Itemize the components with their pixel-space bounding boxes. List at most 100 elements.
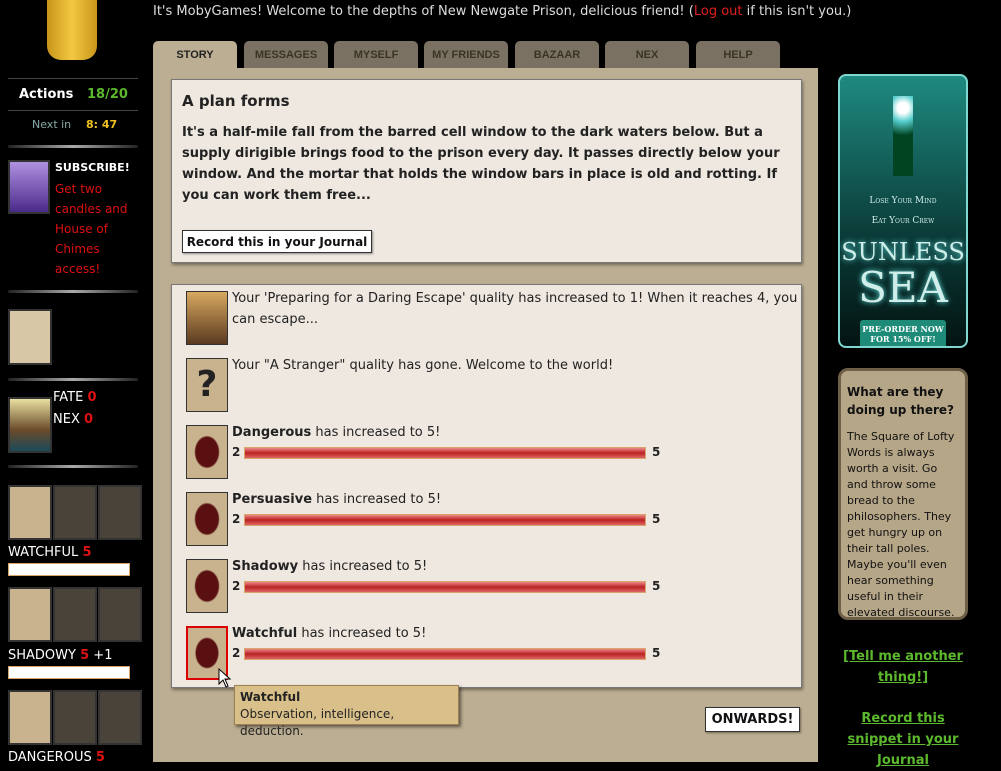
progress-bar: 25 xyxy=(232,646,672,662)
airship-icon[interactable] xyxy=(186,291,228,345)
tab-help[interactable]: HELP xyxy=(696,41,780,69)
empty-slot xyxy=(53,587,97,642)
nex-label: NEX xyxy=(53,412,80,427)
empty-slot xyxy=(53,690,97,745)
mouse-cursor-icon xyxy=(218,668,232,688)
ad-line2: Eat Your Crew xyxy=(871,216,935,226)
result-text: has increased to 5! xyxy=(312,492,442,507)
progress-from: 2 xyxy=(232,579,241,593)
fate-value: 0 xyxy=(87,390,97,405)
result-text: Your 'Preparing for a Daring Escape' qua… xyxy=(232,291,798,327)
tooltip-text: Observation, intelligence, deduction. xyxy=(240,707,395,738)
tooltip-title: Watchful xyxy=(240,690,301,704)
fox-icon[interactable] xyxy=(186,492,228,546)
tip-card: What are they doing up there? The Square… xyxy=(838,368,968,620)
progress-fill xyxy=(245,582,645,592)
one-echo-icon[interactable] xyxy=(8,309,52,365)
tooltip: Watchful Observation, intelligence, dedu… xyxy=(234,685,459,738)
progress-to: 5 xyxy=(652,579,661,593)
tab-nex[interactable]: NEX xyxy=(605,41,689,69)
result-text: Your "A Stranger" quality has gone. Welc… xyxy=(232,358,614,373)
progress-from: 2 xyxy=(232,646,241,660)
cat-icon[interactable] xyxy=(186,559,228,613)
story-title: A plan forms xyxy=(182,92,290,110)
divider xyxy=(8,110,138,111)
divider xyxy=(8,378,138,381)
onwards-button[interactable]: ONWARDS! xyxy=(705,707,800,732)
story-text: It's a half-mile fall from the barred ce… xyxy=(182,125,780,203)
question-mark-icon: ? xyxy=(186,358,228,412)
progress-bar: 25 xyxy=(232,512,672,528)
empty-slot xyxy=(98,690,142,745)
tab-messages[interactable]: MESSAGES xyxy=(244,41,328,69)
tab-myself[interactable]: MYSELF xyxy=(334,41,418,69)
result-text: has increased to 5! xyxy=(298,559,428,574)
empty-slot xyxy=(53,485,97,540)
quality-value: 5 xyxy=(82,545,92,560)
progress-from: 2 xyxy=(232,512,241,526)
watchful-slots xyxy=(8,485,142,540)
owl-icon[interactable] xyxy=(8,485,52,540)
cat-icon[interactable] xyxy=(8,587,52,642)
lighthouse-icon xyxy=(893,96,913,176)
quality-name: Shadowy xyxy=(232,559,299,574)
tip-text: The Square of Lofty Words is always wort… xyxy=(847,430,955,619)
progress-to: 5 xyxy=(652,512,661,526)
next-label: Next in xyxy=(32,118,72,131)
divider xyxy=(8,145,138,148)
progress-from: 2 xyxy=(232,445,241,459)
bear-icon[interactable] xyxy=(8,690,52,745)
result-text: has increased to 5! xyxy=(311,425,441,440)
progress-fill xyxy=(245,649,645,659)
divider xyxy=(8,78,138,79)
progress-to: 5 xyxy=(652,646,661,660)
next-timer: 8: 47 xyxy=(86,118,118,131)
quality-name: Dangerous xyxy=(232,425,312,440)
quality-value: 5 xyxy=(95,750,105,765)
quality-name: DANGEROUS xyxy=(8,750,92,765)
tab-my-friends[interactable]: MY FRIENDS xyxy=(424,41,508,69)
candle-icon xyxy=(47,0,97,60)
result-text: has increased to 5! xyxy=(297,626,427,641)
story-box: A plan forms It's a half-mile fall from … xyxy=(171,79,802,263)
empty-slot xyxy=(98,485,142,540)
tell-me-another-link[interactable]: [Tell me another thing!] xyxy=(833,646,973,688)
record-journal-button[interactable]: Record this in your Journal xyxy=(182,230,372,253)
ad-title-1: SUNLESS xyxy=(841,238,965,266)
subscribe-text[interactable]: Get two candles and House of Chimes acce… xyxy=(55,179,135,279)
subscribe-title[interactable]: SUBSCRIBE! xyxy=(55,161,130,174)
ad-line1: Lose Your Mind xyxy=(869,196,937,206)
quality-value: 5 xyxy=(80,648,90,663)
actions-value: 18/20 xyxy=(87,87,128,102)
tip-title: What are they doing up there? xyxy=(847,385,955,417)
quality-name: Persuasive xyxy=(232,492,313,507)
bear-icon[interactable] xyxy=(186,425,228,479)
quality-progress-bar xyxy=(8,666,130,679)
fate-label: FATE xyxy=(53,390,84,405)
quality-progress-bar xyxy=(8,563,130,576)
quality-name: SHADOWY xyxy=(8,648,76,663)
progress-to: 5 xyxy=(652,445,661,459)
progress-bar: 25 xyxy=(232,445,672,461)
progress-fill xyxy=(245,448,645,458)
fate-icon xyxy=(8,397,52,453)
sidebar: Actions 18/20 Next in 8: 47 SUBSCRIBE! G… xyxy=(0,0,150,765)
results-box: Your 'Preparing for a Daring Escape' qua… xyxy=(171,284,802,688)
progress-fill xyxy=(245,515,645,525)
sunless-sea-ad[interactable]: Lose Your Mind Eat Your Crew SUNLESS SEA… xyxy=(838,74,968,348)
shadowy-slots xyxy=(8,587,142,642)
preorder-button[interactable]: PRE-ORDER NOW FOR 15% OFF! xyxy=(860,320,946,346)
candles-icon[interactable] xyxy=(8,160,50,214)
tab-story[interactable]: STORY xyxy=(153,41,237,69)
welcome-message: It's MobyGames! Welcome to the depths of… xyxy=(153,4,852,19)
quality-bonus: +1 xyxy=(93,648,113,663)
actions-label: Actions xyxy=(19,87,74,102)
tab-bazaar[interactable]: BAZAAR xyxy=(515,41,599,69)
nex-value: 0 xyxy=(84,412,94,427)
progress-bar: 25 xyxy=(232,579,672,595)
quality-name: Watchful xyxy=(232,626,298,641)
logout-link[interactable]: Log out xyxy=(694,4,743,19)
dangerous-slots xyxy=(8,690,142,745)
divider xyxy=(8,465,138,468)
quality-name: WATCHFUL xyxy=(8,545,79,560)
